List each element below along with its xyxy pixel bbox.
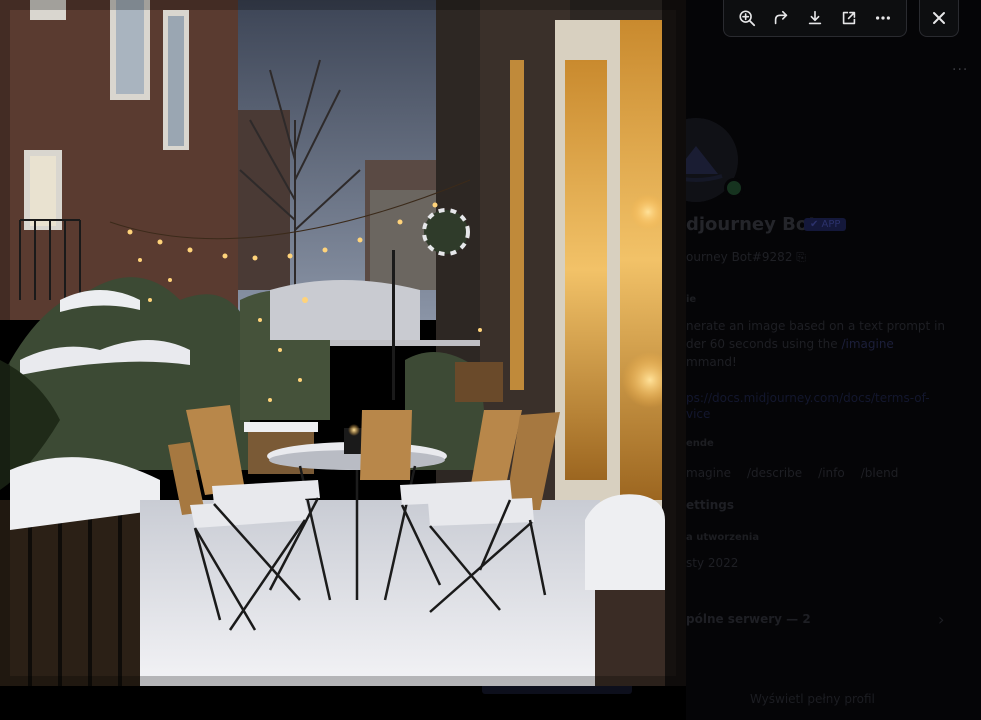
forward-button[interactable] <box>767 4 795 32</box>
external-link-icon <box>842 11 856 25</box>
command-imagine[interactable]: magine <box>686 466 731 480</box>
about-line-3: mmand! <box>686 355 737 369</box>
commands-heading: ende <box>686 438 714 449</box>
created-heading: a utworzenia <box>686 532 760 543</box>
about-text: nerate an image based on a text prompt i… <box>686 317 956 371</box>
settings-command[interactable]: ettings <box>686 498 734 512</box>
about-line-2-text: der 60 seconds using the <box>686 337 838 351</box>
download-icon <box>808 10 822 25</box>
terms-link[interactable]: ps://docs.midjourney.com/docs/terms-of-v… <box>686 390 946 422</box>
share-arrow-icon <box>774 10 788 25</box>
profile-name: djourney Bot <box>686 214 817 235</box>
command-describe[interactable]: /describe <box>747 466 802 480</box>
close-viewer-button[interactable] <box>919 0 959 37</box>
app-badge: ✔ APP <box>804 218 847 231</box>
created-date: sty 2022 <box>686 556 739 570</box>
more-options-button[interactable] <box>869 4 897 32</box>
viewer-bottom-bar <box>0 686 686 720</box>
command-info[interactable]: /info <box>818 466 845 480</box>
viewer-bottom-hint <box>482 686 632 694</box>
open-in-browser-button[interactable] <box>835 4 863 32</box>
about-command[interactable]: /imagine <box>841 337 893 351</box>
command-list: magine /describe /info /blend <box>686 466 898 480</box>
about-line-2: der 60 seconds using the /imagine <box>686 335 956 353</box>
command-blend[interactable]: /blend <box>861 466 899 480</box>
chevron-right-icon[interactable]: › <box>938 610 944 629</box>
close-x-icon <box>933 12 945 24</box>
about-line-1: nerate an image based on a text prompt i… <box>686 319 946 333</box>
profile-panel: ··· djourney Bot ✔ APP ourney Bot#9282 ⎘… <box>686 0 981 720</box>
copy-icon[interactable]: ⎘ <box>796 250 806 264</box>
profile-more-icon[interactable]: ··· <box>952 62 968 78</box>
about-heading: ie <box>686 294 697 305</box>
download-button[interactable] <box>801 4 829 32</box>
profile-tag: ourney Bot#9282 ⎘ <box>686 250 806 265</box>
magnifier-plus-icon <box>739 10 756 27</box>
view-full-profile-link[interactable]: Wyświetl pełny profil <box>750 692 875 706</box>
ellipsis-icon <box>875 16 891 20</box>
profile-tag-text: ourney Bot#9282 <box>686 250 793 264</box>
status-indicator <box>724 178 744 198</box>
zoom-in-button[interactable] <box>733 4 761 32</box>
mutual-servers[interactable]: pólne serwery — 2 <box>686 612 811 626</box>
snowy-patio-photo <box>0 0 686 686</box>
enlarged-image <box>0 0 686 686</box>
image-viewer-toolbar <box>723 0 907 37</box>
